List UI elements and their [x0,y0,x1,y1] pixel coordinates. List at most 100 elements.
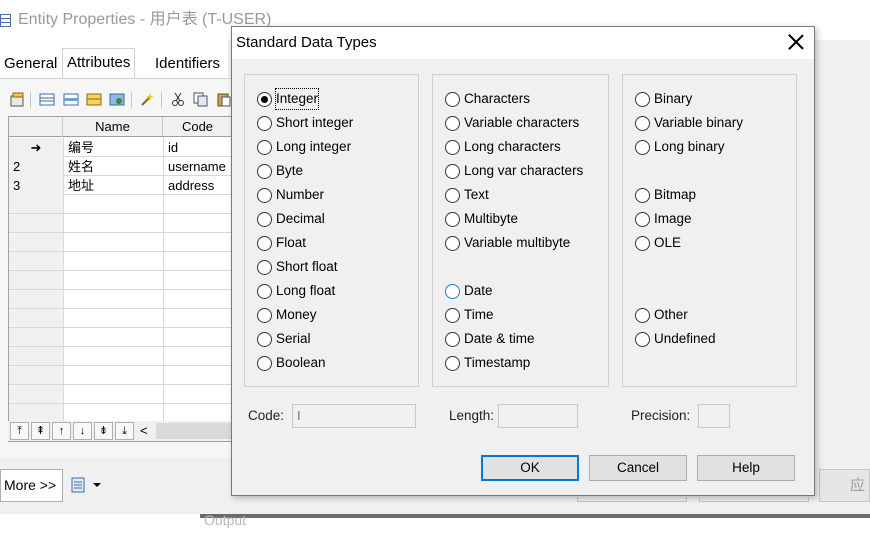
radio-label: Bitmap [654,187,697,202]
radio-button[interactable] [445,236,460,251]
radio-button[interactable] [635,212,650,227]
grid-row-line [9,270,231,271]
grid-row-line [9,213,231,214]
tab-strip: General Attributes Identifiers [0,48,240,78]
radio-label: Long integer [276,139,352,154]
radio-button[interactable] [445,332,460,347]
move-bottom-button[interactable]: ⤓ [115,422,134,440]
move-page-up-button[interactable]: ⇞ [31,422,50,440]
radio-button[interactable] [257,308,272,323]
scroll-left-arrow[interactable]: < [140,423,148,438]
radio-button[interactable] [257,164,272,179]
radio-button[interactable] [257,332,272,347]
row-number-empty[interactable] [9,309,63,328]
close-icon[interactable] [788,34,804,50]
precision-field[interactable] [698,404,730,428]
radio-label: Long var characters [464,163,584,178]
row-number-empty[interactable] [9,290,63,309]
tab-attributes[interactable]: Attributes [62,48,136,78]
radio-button[interactable] [445,212,460,227]
properties-icon[interactable] [10,92,26,107]
radio-button[interactable] [257,236,272,251]
radio-button[interactable] [445,356,460,371]
more-button[interactable]: More >> [0,469,63,502]
radio-button[interactable] [445,284,460,299]
row-number-empty[interactable] [9,233,63,252]
row-number[interactable]: 2 [9,157,63,176]
paste-icon[interactable] [216,92,232,107]
row-number-empty[interactable] [9,328,63,347]
add-attributes-icon[interactable] [86,92,102,107]
cancel-button[interactable]: Cancel [589,455,687,481]
ok-button[interactable]: OK [481,455,579,481]
move-down-button[interactable]: ↓ [73,422,92,440]
print-icon[interactable] [71,477,103,493]
cell-code[interactable]: username [164,157,231,176]
radio-button[interactable] [257,116,272,131]
row-number[interactable]: 3 [9,176,63,195]
row-number-empty[interactable] [9,366,63,385]
row-number-empty[interactable] [9,347,63,366]
row-number-empty[interactable] [9,385,63,404]
radio-button[interactable] [635,140,650,155]
row-number-empty[interactable] [9,214,63,233]
radio-button[interactable] [257,92,272,107]
copy-icon[interactable] [193,92,209,107]
row-number-empty[interactable] [9,252,63,271]
radio-label: Date & time [464,331,535,346]
apply-button[interactable]: 应用 [819,469,870,502]
cell-name[interactable]: 编号 [64,138,163,157]
radio-button[interactable] [635,236,650,251]
add-row-icon[interactable] [39,92,55,107]
row-number-empty[interactable] [9,195,63,214]
wizard-icon[interactable] [139,92,155,107]
move-up-button[interactable]: ↑ [52,422,71,440]
radio-button[interactable] [257,188,272,203]
bottom-edge [0,514,200,539]
insert-row-icon[interactable] [63,92,79,107]
move-top-button[interactable]: ⤒ [10,422,29,440]
grid-row-line [9,308,231,309]
reuse-attributes-icon[interactable] [109,92,125,107]
app-icon [0,14,11,27]
radio-button[interactable] [635,116,650,131]
radio-button[interactable] [445,308,460,323]
horizontal-scrollbar[interactable] [156,423,232,439]
radio-button[interactable] [257,356,272,371]
radio-button[interactable] [445,140,460,155]
cell-code[interactable]: id [164,138,231,157]
grid-row-line [9,289,231,290]
grid-row-line [9,251,231,252]
radio-button[interactable] [635,92,650,107]
length-field[interactable] [498,404,578,428]
help-button[interactable]: Help [697,455,795,481]
radio-button[interactable] [445,92,460,107]
radio-button[interactable] [445,188,460,203]
column-header-name[interactable]: Name [63,117,215,137]
tab-identifiers[interactable]: Identifiers [151,50,224,78]
radio-label: Number [276,187,325,202]
column-header-code[interactable]: Code [163,117,231,137]
radio-button[interactable] [257,140,272,155]
radio-label: Serial [276,331,311,346]
cut-icon[interactable] [170,92,186,107]
tab-general[interactable]: General [0,50,61,78]
code-field[interactable]: I [292,404,416,428]
radio-button[interactable] [445,116,460,131]
radio-button[interactable] [635,308,650,323]
length-label: Length: [449,408,495,423]
cell-name[interactable]: 地址 [64,176,163,195]
radio-button[interactable] [635,332,650,347]
radio-label: Time [464,307,494,322]
radio-button[interactable] [257,284,272,299]
move-page-down-button[interactable]: ⇟ [94,422,113,440]
cell-code[interactable]: address [164,176,231,195]
cell-name[interactable]: 姓名 [64,157,163,176]
radio-button[interactable] [445,164,460,179]
row-selected-marker[interactable]: ➜ [9,138,63,157]
radio-button[interactable] [257,212,272,227]
row-number-empty[interactable] [9,271,63,290]
output-panel-label: Output [204,512,247,528]
radio-button[interactable] [635,188,650,203]
radio-button[interactable] [257,260,272,275]
